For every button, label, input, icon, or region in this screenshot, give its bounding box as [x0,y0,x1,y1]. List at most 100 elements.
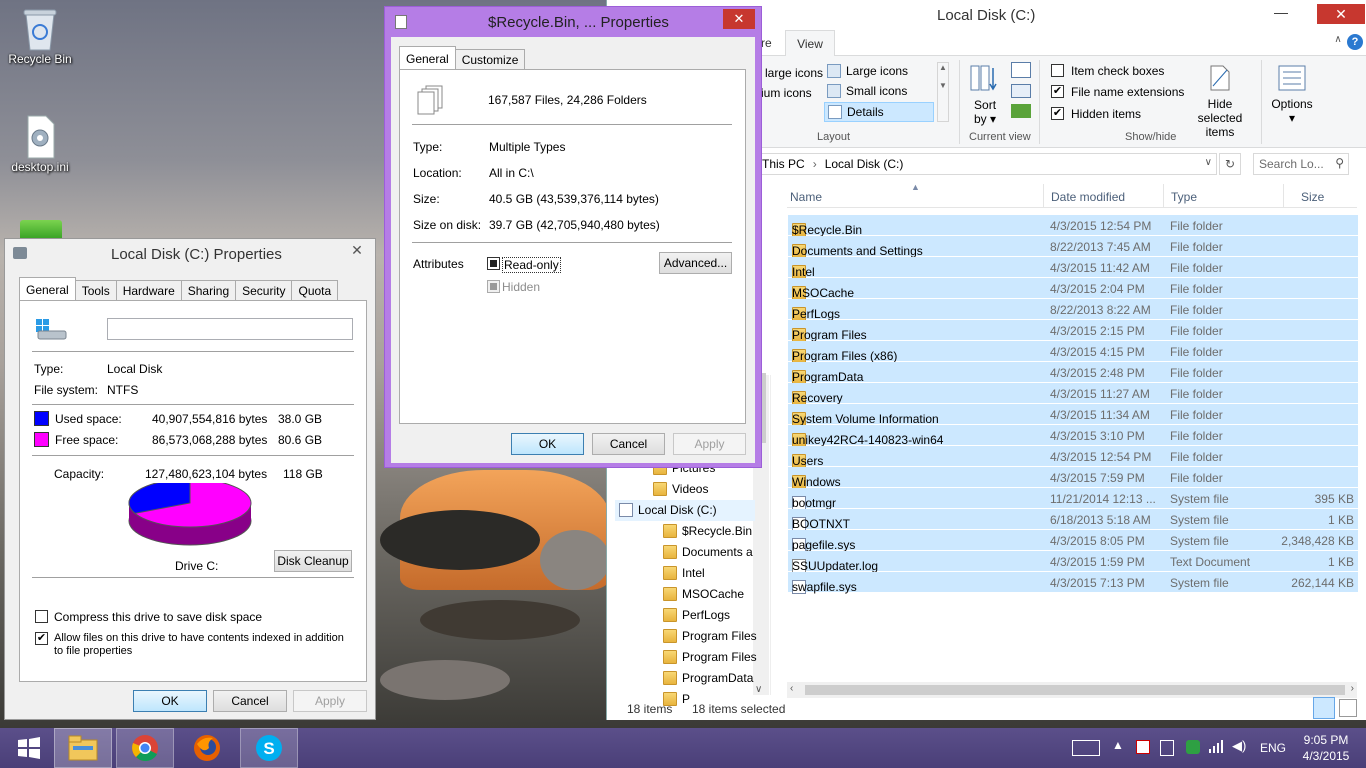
refresh-icon[interactable]: ↻ [1219,153,1241,175]
column-header-name[interactable]: Name [790,190,822,204]
options-button[interactable]: Options ▾ [1270,97,1314,125]
advanced-button[interactable]: Advanced... [659,252,732,274]
nav-tree-item[interactable]: MSOCache [663,587,744,601]
show-hidden-icons-icon[interactable]: ▲ [1112,738,1124,752]
address-dropdown-icon[interactable]: ∨ [1205,157,1212,168]
nav-tree-item[interactable]: Intel [663,566,705,580]
read-only-checkbox[interactable] [487,257,500,270]
taskbar-skype[interactable]: S [240,728,298,768]
file-row[interactable]: ProgramData 4/3/2015 2:48 PM File folder [788,362,1358,384]
layout-medium-icons-partial[interactable]: ium icons [761,86,812,100]
large-icons-view-icon[interactable] [1339,699,1357,717]
ribbon-tab-share-partial[interactable]: re [761,36,772,50]
breadcrumb-local-disk[interactable]: Local Disk (C:) [825,157,904,171]
tab-security[interactable]: Security [235,280,293,300]
scroll-left-icon[interactable]: ‹ [790,683,793,694]
nav-tree-item[interactable]: Documents a [663,545,753,559]
ok-button[interactable]: OK [133,690,207,712]
scroll-right-icon[interactable]: › [1351,683,1354,694]
nav-tree-item[interactable]: Local Disk (C:) [619,503,717,517]
layout-large-icons[interactable]: Large icons [827,64,908,78]
tab-customize[interactable]: Customize [454,49,526,69]
file-row[interactable]: Documents and Settings 8/22/2013 7:45 AM F… [788,236,1358,258]
index-contents-checkbox[interactable]: ✔ [35,632,48,645]
file-row[interactable]: Users 4/3/2015 12:54 PM File folder [788,446,1358,468]
nav-tree-item[interactable]: ProgramData [663,671,753,685]
file-row[interactable]: Program Files (x86) 4/3/2015 4:15 PM File … [788,341,1358,363]
file-row[interactable]: Intel 4/3/2015 11:42 AM File folder [788,257,1358,279]
hscrollbar-thumb[interactable] [805,685,1345,695]
sort-by-button[interactable]: Sort by ▾ [974,98,996,126]
dialog-close-button[interactable]: ✕ [341,239,373,261]
address-bar[interactable]: This PC › Local Disk (C:) ∨ [757,153,1217,175]
file-row[interactable]: pagefile.sys 4/3/2015 8:05 PM System file 2… [788,530,1358,552]
help-icon[interactable]: ? [1347,34,1363,50]
column-header-size[interactable]: Size [1301,190,1324,204]
file-row[interactable]: MSOCache 4/3/2015 2:04 PM File folder [788,278,1358,300]
file-row[interactable]: Recovery 4/3/2015 11:27 AM File folder [788,383,1358,405]
sort-by-icon[interactable] [969,64,999,94]
layout-small-icons[interactable]: Small icons [827,84,907,98]
details-view-icon[interactable] [1313,697,1335,719]
column-header-date[interactable]: Date modified [1051,190,1125,204]
column-header-type[interactable]: Type [1171,190,1197,204]
network-icon[interactable] [1208,738,1224,757]
file-row[interactable]: System Volume Information 4/3/2015 11:34 … [788,404,1358,426]
compress-drive-checkbox[interactable] [35,610,48,623]
clock[interactable]: 9:05 PM 4/3/2015 [1300,733,1352,763]
column-divider[interactable] [1043,184,1044,208]
nav-tree-item[interactable]: Program Files [663,650,757,664]
explorer-close-button[interactable]: ✕ [1317,4,1365,24]
ok-button[interactable]: OK [511,433,584,455]
file-row[interactable]: Program Files 4/3/2015 2:15 PM File folder [788,320,1358,342]
drive-name-field[interactable] [107,318,353,340]
disk-cleanup-button[interactable]: Disk Cleanup [274,550,352,572]
nav-scroll-down-icon[interactable]: ∨ [755,684,762,695]
file-row[interactable]: $Recycle.Bin 4/3/2015 12:54 PM File folder [788,215,1358,237]
file-row[interactable]: Windows 4/3/2015 7:59 PM File folder [788,467,1358,489]
start-button[interactable] [0,728,58,768]
tab-tools[interactable]: Tools [74,280,117,300]
dialog-close-button[interactable]: ✕ [723,9,755,29]
apply-button[interactable]: Apply [673,433,746,455]
volume-icon[interactable]: ◀) [1232,738,1246,754]
hidden-items-checkbox[interactable]: ✔ [1051,107,1064,120]
layout-gallery-scroll[interactable]: ▲ ▼ [937,62,949,122]
taskbar-firefox[interactable] [178,728,236,768]
file-row[interactable]: swapfile.sys 4/3/2015 7:13 PM System file 2… [788,572,1358,594]
layout-large-icons-partial[interactable]: large icons [765,66,823,80]
touch-keyboard-icon[interactable] [1072,740,1100,756]
nav-tree-item[interactable]: $Recycle.Bin [663,524,752,538]
action-center-icon[interactable] [1136,740,1150,754]
file-row[interactable]: unikey42RC4-140823-win64 4/3/2015 3:10 PM… [788,425,1358,447]
power-icon[interactable] [1160,740,1174,756]
breadcrumb-this-pc[interactable]: This PC [762,157,805,171]
tab-sharing[interactable]: Sharing [180,280,237,300]
file-row[interactable]: bootmgr 11/21/2014 12:13 ... System file 39… [788,488,1358,510]
file-list-hscrollbar[interactable]: ‹ › [787,682,1357,698]
explorer-minimize-button[interactable]: — [1271,4,1291,24]
app-tray-icon[interactable] [1186,740,1200,754]
tab-general[interactable]: General [399,46,456,69]
nav-tree-item[interactable]: PerfLogs [663,608,730,622]
cancel-button[interactable]: Cancel [592,433,665,455]
column-divider[interactable] [1283,184,1284,208]
size-columns-icon[interactable] [1011,104,1031,118]
input-language[interactable]: ENG [1260,741,1286,755]
file-row[interactable]: BOOTNXT 6/18/2013 5:18 AM System file 1 KB [788,509,1358,531]
file-row[interactable]: SSUUpdater.log 4/3/2015 1:59 PM Text Docum… [788,551,1358,573]
taskbar-file-explorer[interactable] [54,728,112,768]
file-name-extensions-checkbox[interactable]: ✔ [1051,85,1064,98]
column-divider[interactable] [1163,184,1164,208]
file-row[interactable]: PerfLogs 8/22/2013 8:22 AM File folder [788,299,1358,321]
ribbon-tab-view[interactable]: View [785,30,835,57]
nav-tree-item[interactable]: Program Files [663,629,757,643]
add-columns-icon[interactable] [1011,84,1031,98]
desktop-icon-recycle-bin[interactable]: Recycle Bin [4,6,76,66]
tab-general[interactable]: General [19,277,76,300]
cancel-button[interactable]: Cancel [213,690,287,712]
ribbon-collapse-icon[interactable]: ∧ [1329,34,1347,52]
group-by-icon[interactable] [1011,62,1031,78]
tab-hardware[interactable]: Hardware [115,280,182,300]
desktop-icon-desktop-ini[interactable]: desktop.ini [4,114,76,174]
